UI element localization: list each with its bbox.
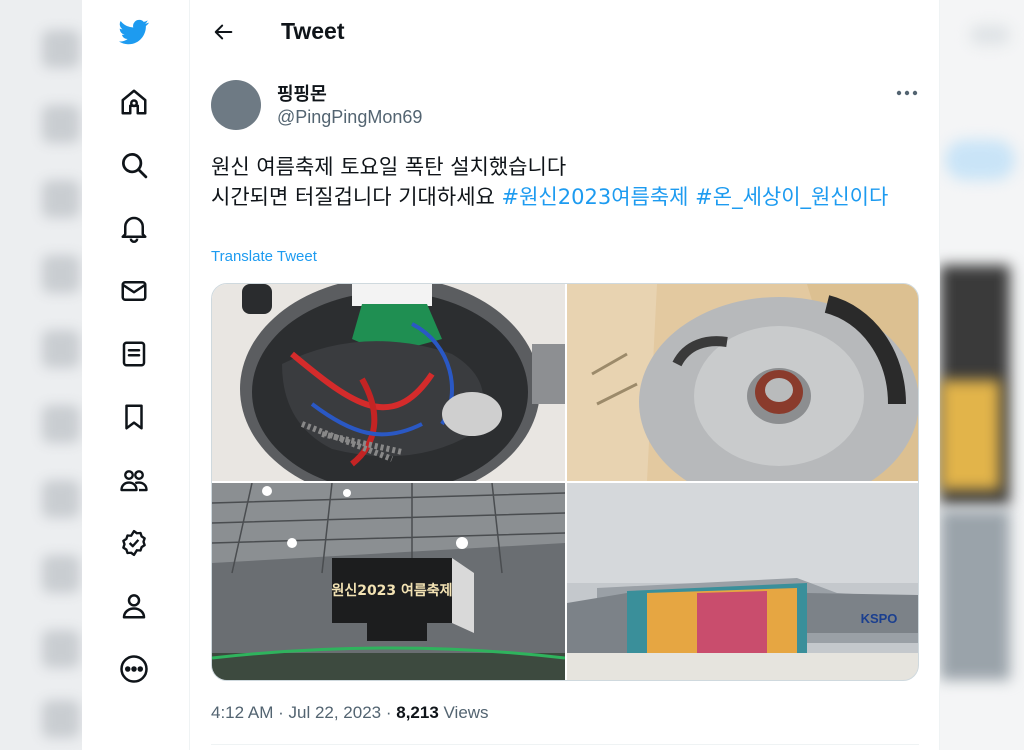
hashtag-link[interactable]: #원신2023여름축제 [502,185,689,209]
blurred-right-backdrop [940,0,1024,750]
verified-icon[interactable] [117,526,151,560]
tweet-header: Tweet [190,0,940,64]
lists-icon[interactable] [117,337,151,371]
back-arrow-icon[interactable] [208,16,240,48]
author-handle[interactable]: @PingPingMon69 [277,107,422,128]
author-display-name[interactable]: 핑핑몬 [277,80,327,106]
media-grid: 원신2023 여름축제 KSPO [211,283,919,681]
tweet-date[interactable]: Jul 22, 2023 [288,703,381,722]
twitter-logo-icon[interactable] [117,15,151,49]
photo-stadium-banner[interactable]: KSPO [567,483,918,680]
view-count: 8,213 [396,703,439,722]
home-icon[interactable] [117,85,151,119]
notifications-bell-icon[interactable] [117,211,151,245]
photo-pot-with-wires[interactable] [212,284,565,481]
page-title: Tweet [281,18,345,44]
views-label: Views [438,703,489,722]
stadium-sign-text: KSPO [861,611,898,626]
translate-tweet-link[interactable]: Translate Tweet [211,248,317,265]
left-navigation-sidebar [82,0,190,750]
profile-icon[interactable] [117,589,151,623]
avatar[interactable] [211,80,261,130]
tweet-line-2: 시간되면 터질겁니다 기대하세요 [211,185,502,209]
scoreboard-banner-text: 원신2023 여름축제 [331,582,452,599]
photo-metal-canister-in-bag[interactable] [567,284,918,481]
explore-search-icon[interactable] [117,148,151,182]
communities-icon[interactable] [117,463,151,497]
tweet-timestamp: 4:12 AM · Jul 22, 2023 · 8,213 Views [211,703,489,722]
more-circle-icon[interactable] [117,652,151,686]
divider [211,744,919,745]
blurred-left-backdrop [0,0,82,750]
tweet-time[interactable]: 4:12 AM [211,703,273,722]
bookmarks-icon[interactable] [117,400,151,434]
messages-envelope-icon[interactable] [117,274,151,308]
photo-arena-scoreboard[interactable]: 원신2023 여름축제 [212,483,565,680]
hashtag-link[interactable]: #온_세상이_원신이다 [695,185,888,209]
tweet-detail-column: Tweet 핑핑몬 @PingPingMon69 원신 여름축제 토요일 폭탄 … [190,0,940,750]
tweet-text: 원신 여름축제 토요일 폭탄 설치했습니다 시간되면 터질겁니다 기대하세요 #… [211,152,911,212]
more-options-icon[interactable] [893,82,921,104]
tweet-line-1: 원신 여름축제 토요일 폭탄 설치했습니다 [211,155,567,179]
